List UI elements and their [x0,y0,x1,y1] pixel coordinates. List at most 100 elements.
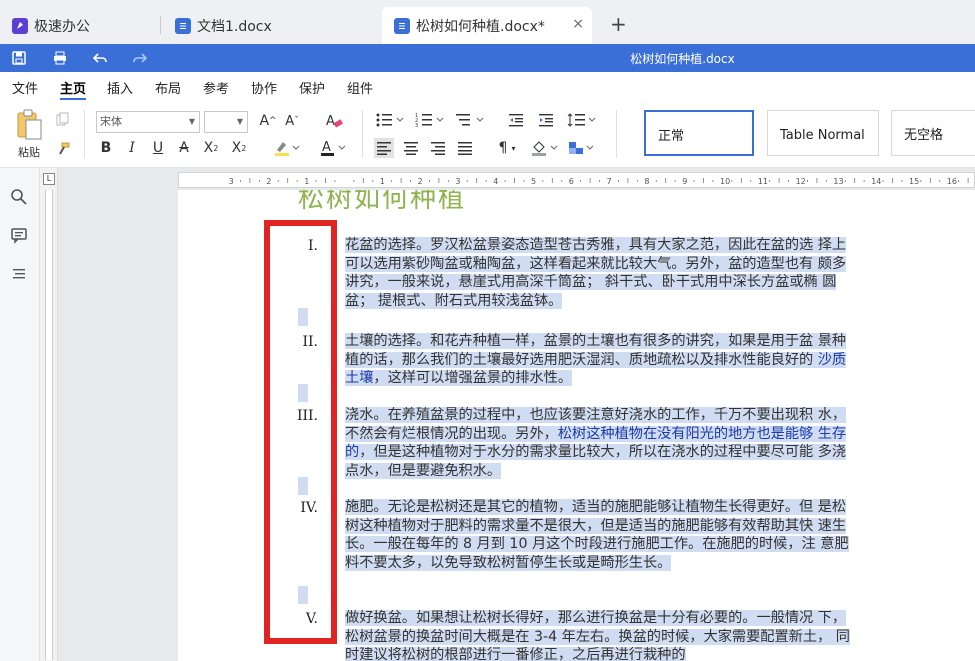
bullet-list-icon[interactable] [374,110,406,130]
menu-collaborate[interactable]: 协作 [251,78,277,97]
bold-icon[interactable]: B [96,138,116,158]
paragraph-text: 花盆的选择。罗汉松盆景姿态造型苍古秀雅，具有大家之范，因此在盆的选 择上可以选用… [345,237,847,309]
ruler-tick [589,178,591,183]
ruler-tick [523,180,525,182]
ruler-tick [807,180,808,182]
style-normal[interactable]: 正常 [644,110,754,156]
tab-doc1[interactable]: 文档1.docx [163,7,373,44]
justify-icon[interactable] [455,138,475,158]
ruler-tick [334,180,336,182]
ruler-tick [665,178,667,183]
highlight-color-icon[interactable] [272,138,302,158]
increase-indent-icon[interactable] [536,110,556,130]
tab-active-doc[interactable]: 松树如何种植.docx* × [382,7,592,44]
title-bar: 极速办公 文档1.docx 松树如何种植.docx* × + [0,0,975,44]
ruler-ticks: 3 2 1 1 2 3 4 5 6 7 8 9 10 11 12 13 14 15 16 [229,177,969,186]
subscript-icon[interactable]: X2 [228,138,250,158]
menu-layout[interactable]: 布局 [155,78,181,97]
svg-text:A: A [322,140,331,155]
multilevel-list-icon[interactable] [454,110,486,130]
ruler-tick [476,178,478,183]
ruler-tick [920,180,922,182]
ruler-tick [277,180,279,182]
ruler-tick [863,180,865,182]
ruler-tick [466,180,468,182]
menu-home[interactable]: 主页 [60,78,87,100]
style-table-normal[interactable]: Table Normal [767,110,879,156]
ruler-tick [287,178,289,183]
list-item-paragraph[interactable]: 花盆的选择。罗汉松盆景姿态造型苍古秀雅，具有大家之范，因此在盆的选 择上可以选用… [345,236,850,310]
tab-home[interactable]: 极速办公 [0,7,160,44]
superscript-icon[interactable]: X2 [200,138,222,158]
svg-text:3: 3 [415,123,418,128]
paragraph-marks-icon[interactable]: ¶ ▾ [492,138,522,158]
horizontal-ruler[interactable]: 3 2 1 1 2 3 4 5 6 7 8 9 10 11 12 13 14 15 16 [178,172,975,188]
new-tab-button[interactable]: + [610,12,627,36]
shading-icon[interactable] [530,138,562,158]
menu-components[interactable]: 组件 [347,78,373,97]
italic-icon[interactable]: I [122,138,142,158]
comment-icon[interactable] [10,226,30,246]
ruler-tick [438,178,440,183]
list-item-paragraph[interactable]: 施肥。无论是松树还是其它的植物，适当的施肥能够让植物生长得更好。但 是松树这种植… [345,498,850,572]
ruler-tick [882,180,884,182]
ruler-tick [693,180,695,182]
list-item-paragraph[interactable]: 做好换盆。如果想让松树长得好，那么进行换盆是十分有必要的。一般情况 下，松树盆景… [345,609,855,661]
increase-font-icon[interactable]: A ^ [258,110,278,132]
ruler-tick [816,178,818,183]
ruler-tick [542,180,544,182]
ruler-tick [325,178,326,183]
format-painter-icon[interactable] [54,140,72,158]
ruler-tick [391,180,393,182]
ruler-tick [731,180,733,182]
chevron-down-icon: ▼ [188,117,195,126]
strikethrough-icon[interactable]: A [174,138,194,158]
menu-references[interactable]: 参考 [203,78,229,97]
style-no-spacing[interactable]: 无空格 [891,110,975,156]
quick-access-bar: 松树如何种植.docx [0,44,975,72]
divider [362,110,363,158]
close-icon[interactable]: × [572,16,584,32]
font-name-select[interactable]: 宋体 ▼ [96,111,200,133]
ruler-number: 5 [531,177,536,186]
search-icon[interactable] [10,188,30,208]
paste-icon[interactable] [12,108,46,142]
ruler-tick [240,180,241,182]
line-spacing-icon[interactable] [566,110,598,130]
ruler-number: 2 [418,177,423,186]
underline-icon[interactable]: U [148,138,168,158]
ruler-tick [825,180,827,182]
borders-icon[interactable] [566,138,598,158]
align-left-icon[interactable] [374,138,394,158]
navigation-icon[interactable] [10,265,30,285]
font-color-icon[interactable]: A [318,138,348,158]
font-name-value: 宋体 [100,115,122,128]
paragraph-text: ，但是这种植物对于水分的需求量比较大，所以在浇水的过程中要尽可能 多浇点水，但是… [345,444,847,479]
ruler-number: 3 [455,177,460,186]
align-center-icon[interactable] [401,138,421,158]
paste-label[interactable]: 粘贴 [12,144,46,160]
rocket-icon [12,17,28,34]
ruler-tick [599,180,600,182]
decrease-font-icon[interactable]: Aˇ [282,110,302,132]
tab-label: 文档1.docx [197,18,272,35]
menu-protect[interactable]: 保护 [299,78,325,97]
tab-label: 极速办公 [34,18,90,35]
document-title: 松树如何种植.docx [630,52,735,66]
decrease-indent-icon[interactable] [506,110,526,130]
list-item-paragraph[interactable]: 土壤的选择。和花卉种植一样，盆景的土壤也有很多的讲究，如果是用于盆 景种植的话，… [345,332,850,388]
copy-icon[interactable] [54,110,72,128]
align-right-icon[interactable] [428,138,448,158]
vertical-ruler: L [40,168,58,661]
clear-format-icon[interactable]: A [322,110,346,132]
menu-insert[interactable]: 插入 [107,78,133,97]
ruler-number: 4 [493,177,498,186]
list-item-paragraph[interactable]: 浇水。在养殖盆景的过程中，也应该要注意好浇水的工作，千万不要出现积 水，不然会有… [345,406,850,480]
menu-file[interactable]: 文件 [12,78,38,97]
numbered-list-icon[interactable]: 123 [414,110,446,130]
font-size-select[interactable]: ▼ [204,111,248,133]
document-page[interactable]: 松树如何种植 I. 花盆的选择。罗汉松盆景姿态造型苍古秀雅，具有大家之范，因此在… [178,190,975,661]
tab-stop-selector-icon[interactable]: L [43,173,55,185]
ruler-tick [703,178,704,183]
ruler-number: 1 [380,177,385,186]
